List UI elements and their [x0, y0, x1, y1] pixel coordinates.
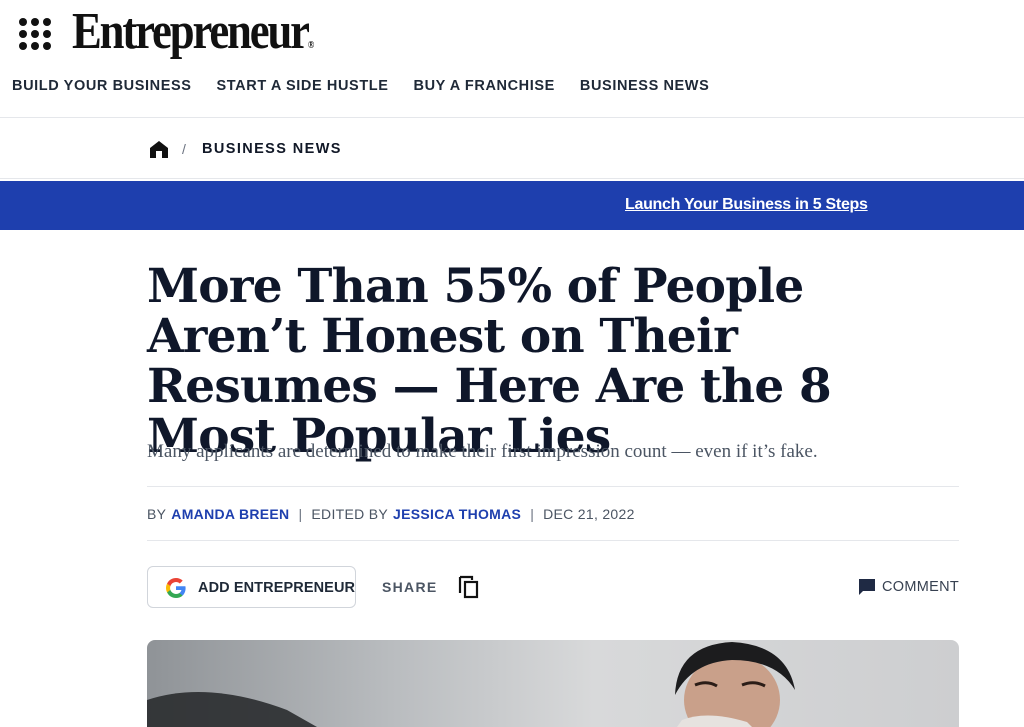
add-entrepreneur-label: ADD ENTREPRENEUR — [198, 580, 356, 596]
editor-link[interactable]: JESSICA THOMAS — [393, 506, 521, 522]
site-logo[interactable]: Entrepreneur® — [72, 2, 314, 61]
breadcrumb-section-link[interactable]: BUSINESS NEWS — [202, 141, 342, 157]
add-entrepreneur-google-button[interactable]: ADD ENTREPRENEUR — [147, 566, 356, 608]
copy-link-icon[interactable] — [458, 575, 480, 599]
nav-start-a-side-hustle[interactable]: START A SIDE HUSTLE — [217, 78, 389, 94]
author-link[interactable]: AMANDA BREEN — [171, 506, 289, 522]
article-dek: Many applicants are determined to make t… — [147, 441, 818, 462]
divider — [147, 486, 959, 487]
nav-business-news[interactable]: BUSINESS NEWS — [580, 78, 709, 94]
main-nav: BUILD YOUR BUSINESS START A SIDE HUSTLE … — [12, 78, 709, 94]
site-header: Entrepreneur® BUILD YOUR BUSINESS START … — [0, 0, 1024, 118]
article-headline: More Than 55% of People Aren’t Honest on… — [147, 259, 832, 464]
divider — [147, 540, 959, 541]
byline-separator: | — [298, 506, 303, 522]
byline: BY AMANDA BREEN | EDITED BY JESSICA THOM… — [147, 506, 635, 522]
share-label: SHARE — [382, 579, 438, 595]
byline-edited-label: EDITED BY — [311, 506, 389, 522]
breadcrumb-separator: / — [182, 141, 186, 157]
byline-separator: | — [530, 506, 535, 522]
google-icon — [166, 578, 186, 598]
comment-label: COMMENT — [882, 579, 960, 595]
hero-photo-person — [147, 642, 795, 727]
publish-date: DEC 21, 2022 — [543, 506, 635, 522]
home-icon[interactable] — [149, 140, 169, 159]
byline-by-label: BY — [147, 506, 167, 522]
nav-build-your-business[interactable]: BUILD YOUR BUSINESS — [12, 78, 192, 94]
comment-icon — [859, 579, 875, 595]
promo-banner: Launch Your Business in 5 Steps — [0, 181, 1024, 230]
promo-link[interactable]: Launch Your Business in 5 Steps — [625, 196, 868, 214]
nav-buy-a-franchise[interactable]: BUY A FRANCHISE — [414, 78, 555, 94]
comment-button[interactable]: COMMENT — [858, 578, 959, 596]
article-hero-image — [147, 640, 959, 727]
breadcrumb: / BUSINESS NEWS — [0, 119, 1024, 179]
menu-grid-icon[interactable] — [17, 16, 53, 52]
